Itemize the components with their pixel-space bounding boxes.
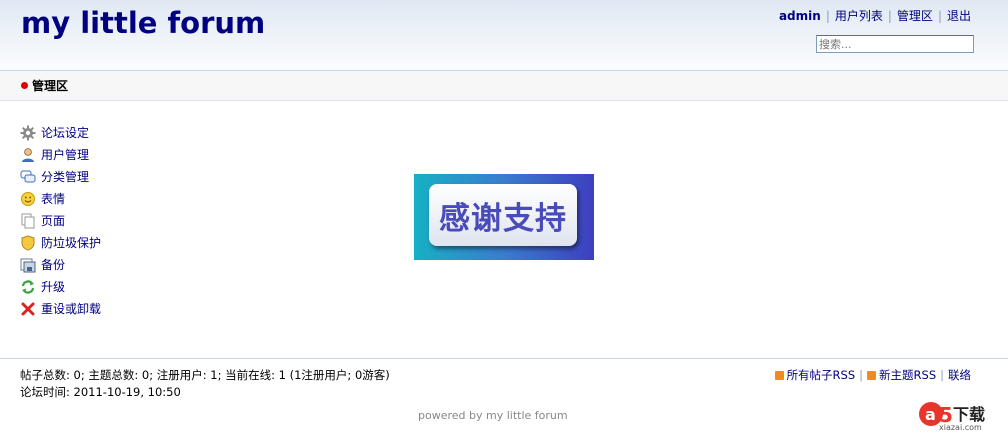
thanks-banner-text: 感谢支持 [429,184,577,246]
admin-menu-label[interactable]: 页面 [41,211,65,231]
pages-icon [20,213,36,229]
admin-menu-label[interactable]: 分类管理 [41,167,89,187]
admin-menu-item-spam-protection[interactable]: 防垃圾保护 [20,232,101,254]
user-nav: admin | 用户列表 | 管理区 | 退出 [778,9,971,23]
subnav-bar: 管理区 [0,71,1008,101]
smiley-icon [20,191,36,207]
username-link[interactable]: admin [779,9,821,23]
rss-new-threads-link[interactable]: 新主题RSS [879,368,936,382]
admin-menu-label[interactable]: 备份 [41,255,65,275]
footer: 帖子总数: 0; 主题总数: 0; 注册用户: 1; 当前在线: 1 (1注册用… [0,358,1008,405]
svg-text:a: a [925,405,936,424]
rss-icon [867,371,877,380]
admin-menu-label[interactable]: 升级 [41,277,65,297]
footer-links: 所有帖子RSS | 新主题RSS | 联络 [774,367,971,383]
categories-icon [20,169,36,185]
admin-menu-item-update[interactable]: 升级 [20,276,101,298]
rss-all-posts-link[interactable]: 所有帖子RSS [787,368,856,382]
admin-menu-item-settings[interactable]: 论坛设定 [20,122,101,144]
user-list-link[interactable]: 用户列表 [835,9,883,23]
a5-watermark-logo: a 5 下载 xiazai.com [917,398,1007,433]
admin-menu-label[interactable]: 重设或卸载 [41,299,101,319]
forum-logo[interactable]: my little forum [21,6,265,40]
backup-icon [20,257,36,273]
admin-menu-item-pages[interactable]: 页面 [20,210,101,232]
thanks-banner: 感谢支持 [414,174,594,260]
admin-menu-label[interactable]: 防垃圾保护 [41,233,101,253]
user-icon [20,147,36,163]
powered-by-link[interactable]: powered by my little forum [418,409,568,422]
admin-menu-item-users[interactable]: 用户管理 [20,144,101,166]
admin-menu-label[interactable]: 论坛设定 [41,123,89,143]
gear-icon [20,125,36,141]
stats-text: 帖子总数: 0; 主题总数: 0; 注册用户: 1; 当前在线: 1 (1注册用… [20,368,390,382]
delete-icon [20,301,36,317]
admin-menu-label[interactable]: 用户管理 [41,145,89,165]
powered-by: powered by my little forum [418,409,568,422]
shield-icon [20,235,36,251]
update-icon [20,279,36,295]
bullet-icon [21,82,28,89]
search-input[interactable] [816,35,974,53]
admin-area-link[interactable]: 管理区 [897,9,933,23]
admin-menu-item-reset-uninstall[interactable]: 重设或卸载 [20,298,101,320]
rss-icon [774,371,784,380]
forum-stats: 帖子总数: 0; 主题总数: 0; 注册用户: 1; 当前在线: 1 (1注册用… [20,367,390,401]
logout-link[interactable]: 退出 [947,9,971,23]
contact-link[interactable]: 联络 [948,368,971,382]
header: my little forum admin | 用户列表 | 管理区 | 退出 [0,0,1008,71]
page-title: 管理区 [32,79,69,93]
admin-menu-item-smilies[interactable]: 表情 [20,188,101,210]
watermark-domain: xiazai.com [939,423,982,432]
admin-menu-label[interactable]: 表情 [41,189,65,209]
admin-menu-item-backup[interactable]: 备份 [20,254,101,276]
forum-time: 论坛时间: 2011-10-19, 10:50 [20,385,181,399]
admin-menu-item-categories[interactable]: 分类管理 [20,166,101,188]
admin-menu: 论坛设定 用户管理 分类管理 表情 页面 防垃圾保护 备份 升级 重设或卸载 [20,122,101,320]
watermark-text: 下载 [953,405,985,424]
